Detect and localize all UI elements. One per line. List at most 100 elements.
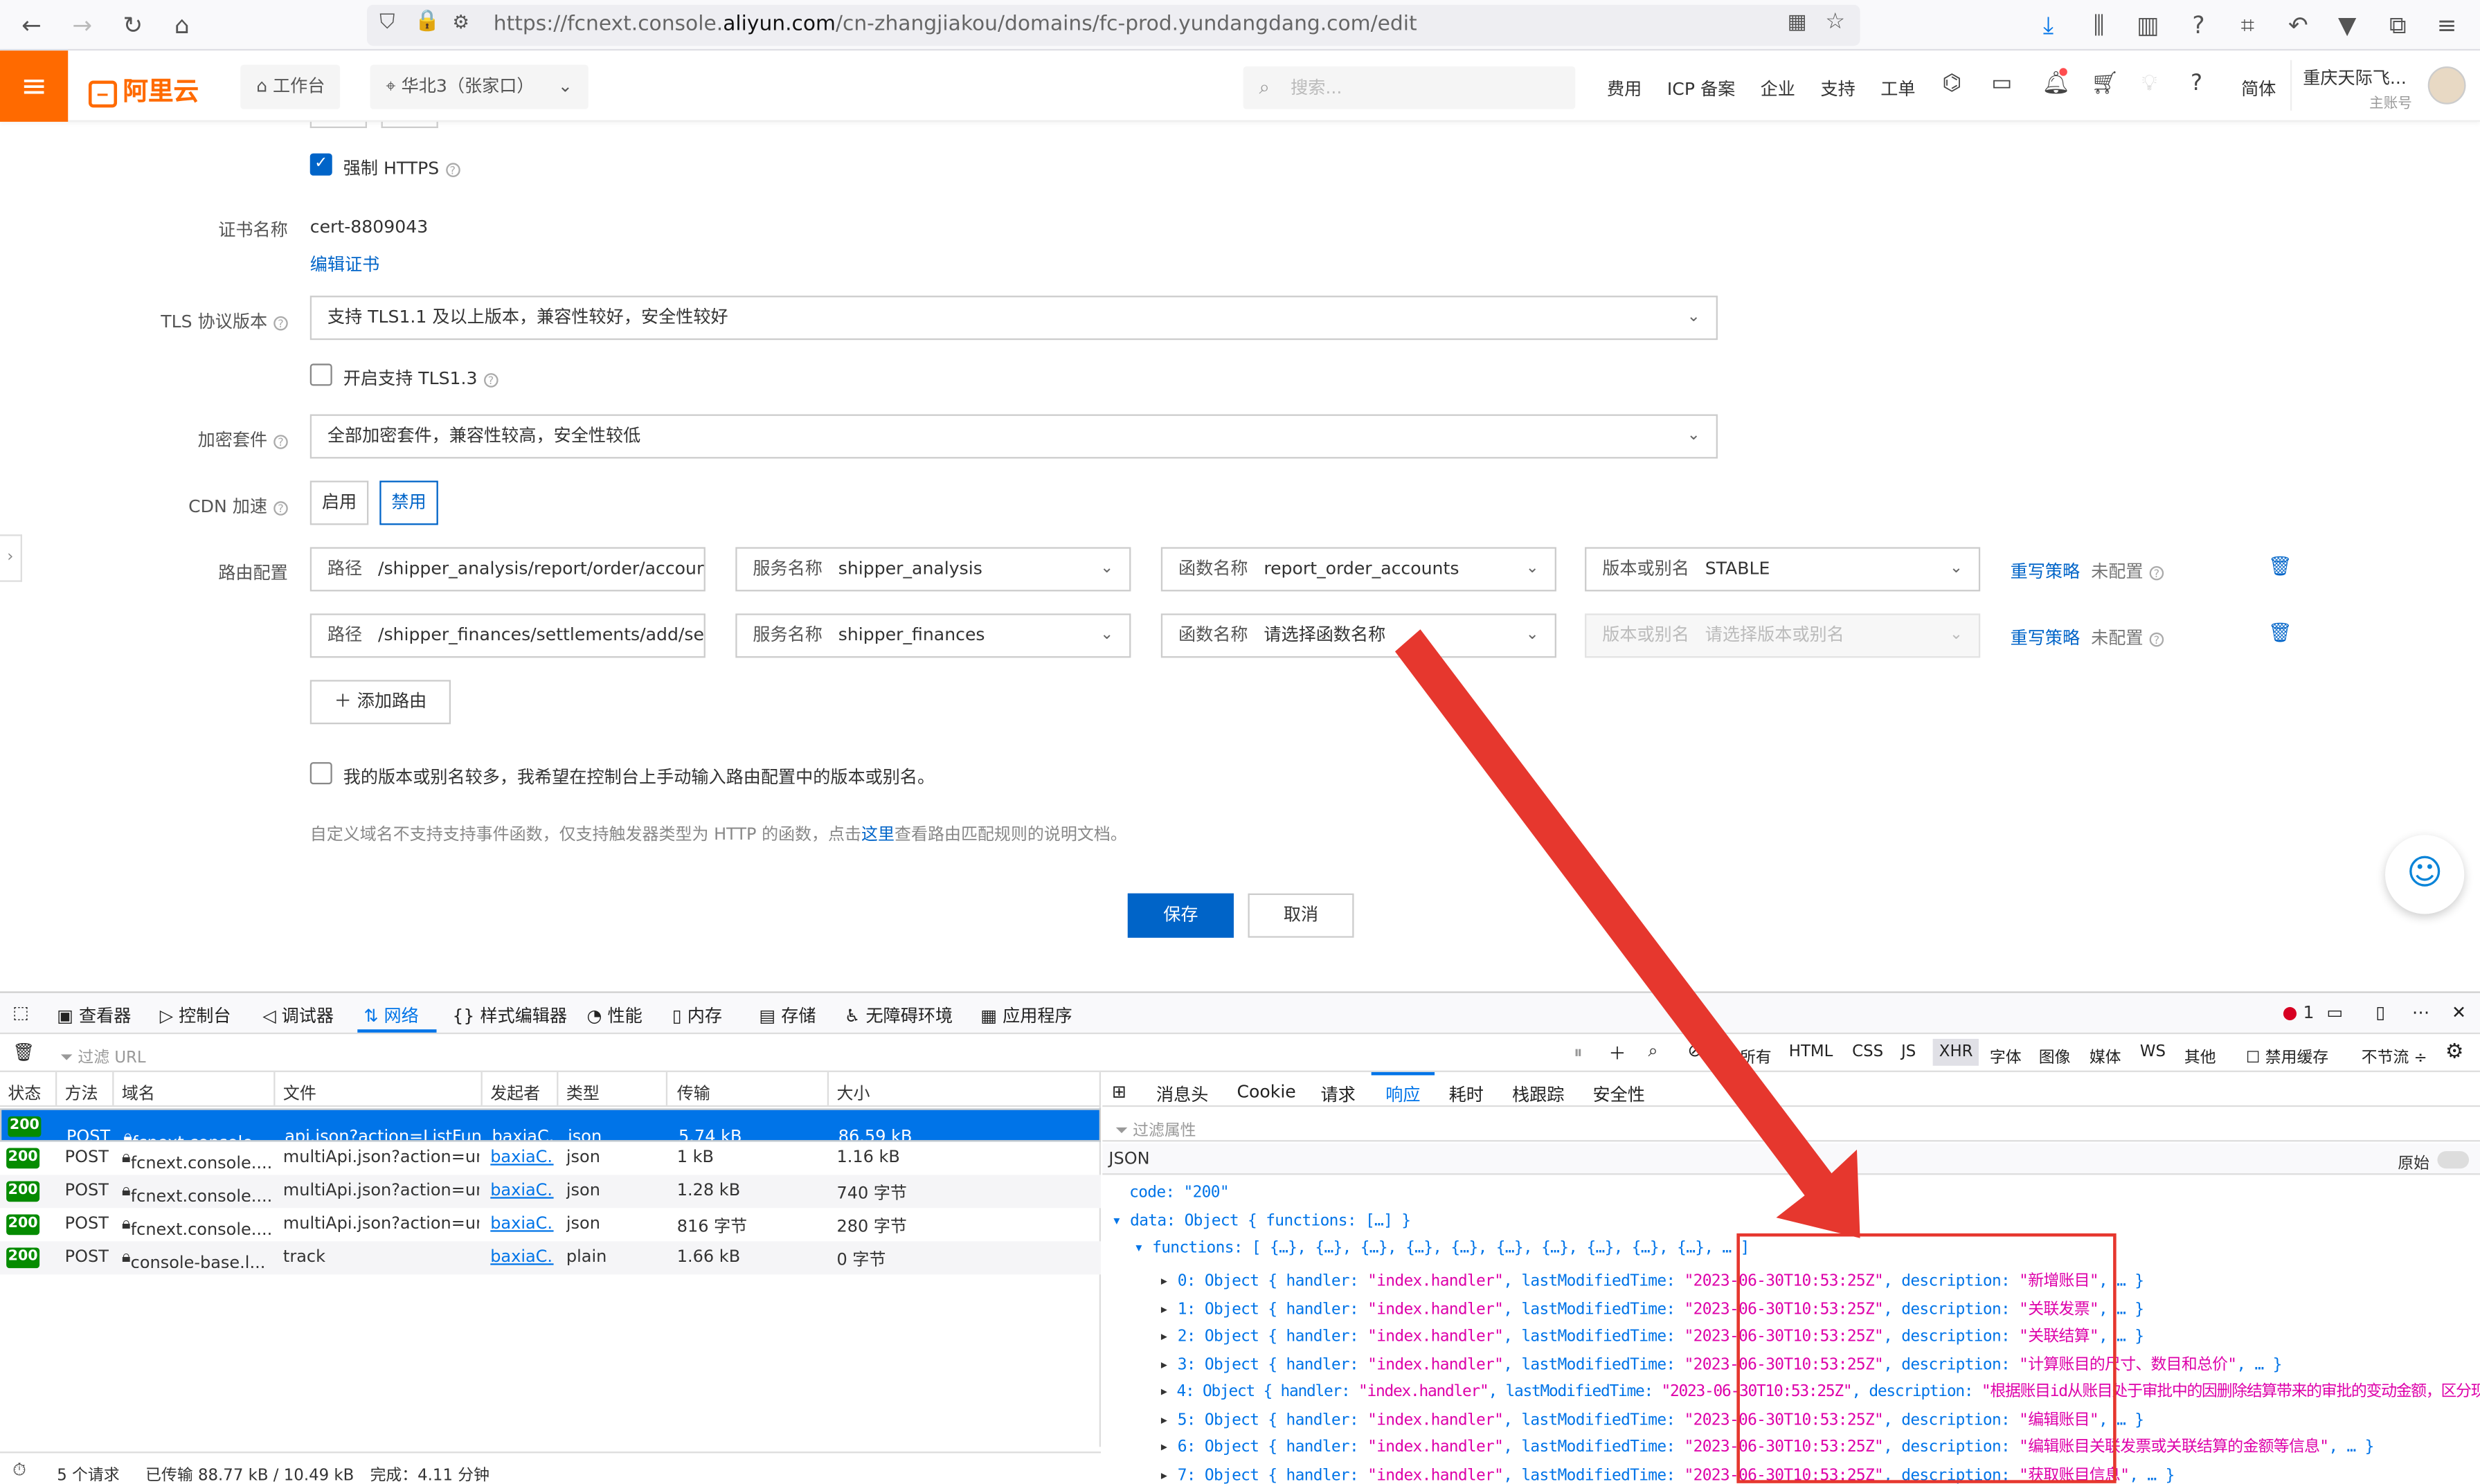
- pause-icon[interactable]: ⏸: [1574, 1042, 1583, 1064]
- col-status[interactable]: 状态: [8, 1082, 41, 1105]
- version-select-disabled[interactable]: 版本或别名 请选择版本或别名 ⌄: [1585, 613, 1981, 658]
- filter-media[interactable]: 媒体: [2090, 1044, 2121, 1067]
- table-row[interactable]: 200 POST 🔒︎ fcnext.console.... multiApi.j…: [0, 1208, 1101, 1241]
- permissions-icon[interactable]: ⚙: [452, 11, 469, 33]
- throttle-select[interactable]: 不节流 ÷: [2362, 1044, 2427, 1067]
- undo-icon[interactable]: ↶: [2283, 10, 2315, 42]
- shield-extension-icon[interactable]: ▼: [2331, 10, 2363, 42]
- col-method[interactable]: 方法: [65, 1082, 98, 1105]
- tab-security[interactable]: 安全性: [1592, 1082, 1644, 1107]
- extensions-icon[interactable]: ⧉: [2382, 10, 2414, 42]
- tab-timings[interactable]: 耗时: [1449, 1082, 1484, 1107]
- tab-application[interactable]: ▦ 应用程序: [980, 1002, 1072, 1028]
- help-icon[interactable]: ?: [445, 162, 460, 177]
- lock-icon[interactable]: 🔒: [415, 10, 440, 33]
- col-type[interactable]: 类型: [566, 1082, 600, 1105]
- filter-css[interactable]: CSS: [1852, 1044, 1883, 1061]
- avatar[interactable]: [2427, 66, 2466, 105]
- tls-select[interactable]: 支持 TLS1.1 及以上版本，兼容性较好，安全性较好 ⌄: [309, 296, 1718, 341]
- forward-arrow-icon[interactable]: →: [66, 10, 98, 42]
- user-name[interactable]: 重庆天际飞...: [2303, 65, 2407, 91]
- manual-version-checkbox[interactable]: [309, 762, 332, 785]
- tab-response[interactable]: 响应: [1385, 1082, 1420, 1107]
- tab-headers[interactable]: 消息头: [1156, 1082, 1208, 1107]
- tab-performance[interactable]: ◔ 性能: [587, 1002, 643, 1028]
- pick-element-icon[interactable]: ⬚: [12, 1002, 29, 1023]
- cart-icon[interactable]: 🛒︎: [2091, 71, 2119, 97]
- close-icon[interactable]: ✕: [2452, 1002, 2466, 1023]
- delete-route-icon[interactable]: 🗑︎: [2268, 555, 2292, 577]
- table-row[interactable]: 200 POST 🔒︎ console-base.l... track baxia…: [0, 1241, 1102, 1275]
- filter-url-input[interactable]: ⏷ 过滤 URL: [60, 1044, 146, 1067]
- service-select[interactable]: 服务名称 shipper_analysis ⌄: [735, 547, 1131, 592]
- nav-icp[interactable]: ICP 备案: [1667, 76, 1735, 102]
- table-row[interactable]: 200 POST 🔒︎ fcnext.console.... multiApi.j…: [0, 1141, 1101, 1175]
- menu-icon[interactable]: ≡: [2431, 10, 2463, 42]
- help-icon[interactable]: ?: [2149, 565, 2164, 580]
- help-icon[interactable]: ?: [2149, 631, 2164, 646]
- trash-icon[interactable]: 🗑︎: [12, 1042, 35, 1062]
- workbench-button[interactable]: ⌂ 工作台: [240, 64, 341, 109]
- reload-icon[interactable]: ↻: [117, 10, 149, 42]
- force-https-checkbox[interactable]: ✓: [309, 153, 332, 176]
- tab-request[interactable]: 请求: [1321, 1082, 1356, 1107]
- nav-enterprise[interactable]: 企业: [1761, 76, 1795, 102]
- assistant-robot-icon[interactable]: ☺: [2385, 835, 2465, 914]
- more-options-icon[interactable]: ⋯: [2412, 1002, 2429, 1023]
- route-path-input[interactable]: 路径/shipper_finances/settlements/add/sett…: [309, 613, 706, 658]
- split-console-icon[interactable]: ▭: [2326, 1002, 2343, 1023]
- qr-code-icon[interactable]: ▦: [1787, 11, 1806, 35]
- code-icon[interactable]: ⌬: [1942, 71, 1961, 97]
- tls13-checkbox[interactable]: [309, 363, 332, 386]
- version-select[interactable]: 版本或别名 STABLE ⌄: [1585, 547, 1981, 592]
- tab-inspector[interactable]: ▣ 查看器: [57, 1002, 131, 1028]
- initiator[interactable]: baxiaC...: [490, 1182, 553, 1200]
- tab-storage[interactable]: ▤ 存储: [760, 1002, 816, 1028]
- delete-route-icon[interactable]: 🗑︎: [2268, 622, 2292, 644]
- shield-icon[interactable]: ⛉: [379, 11, 395, 35]
- region-selector[interactable]: ⌖ 华北3（张家口） ⌄: [370, 64, 588, 109]
- back-arrow-icon[interactable]: ←: [16, 10, 48, 42]
- note-link[interactable]: 这里: [861, 826, 895, 844]
- rewrite-policy-link[interactable]: 重写策略: [2011, 558, 2081, 583]
- side-expand-handle[interactable]: ›: [0, 534, 22, 582]
- help-icon[interactable]: ?: [2191, 71, 2202, 97]
- tab-memory[interactable]: ▯ 内存: [672, 1002, 722, 1028]
- function-select[interactable]: 函数名称 report_order_accounts ⌄: [1160, 547, 1556, 592]
- terminal-icon[interactable]: ▭: [1991, 71, 2012, 97]
- tab-console[interactable]: ▷ 控制台: [160, 1002, 231, 1028]
- cdn-enable-button[interactable]: 启用: [309, 480, 369, 525]
- filter-js[interactable]: JS: [1901, 1044, 1916, 1061]
- tab-debugger[interactable]: ◁ 调试器: [262, 1002, 334, 1028]
- help-icon[interactable]: ?: [483, 372, 498, 387]
- language-switch[interactable]: 简体: [2241, 76, 2276, 102]
- block-icon[interactable]: ⊘: [1688, 1040, 1702, 1061]
- sidebar-icon[interactable]: ▥: [2132, 10, 2164, 42]
- nav-fees[interactable]: 费用: [1607, 76, 1642, 102]
- crop-icon[interactable]: ⌗: [2231, 10, 2263, 42]
- help-icon[interactable]: ?: [273, 434, 288, 449]
- help-circle-icon[interactable]: ?: [2183, 10, 2215, 42]
- edit-cert-link[interactable]: 编辑证书: [310, 251, 380, 277]
- home-icon[interactable]: ⌂: [166, 10, 198, 42]
- tab-style-editor[interactable]: {} 样式编辑器: [452, 1002, 567, 1028]
- service-select[interactable]: 服务名称 shipper_finances ⌄: [735, 613, 1131, 658]
- error-count[interactable]: ● 1: [2283, 1002, 2315, 1023]
- initiator[interactable]: baxiaC...: [490, 1214, 553, 1233]
- filter-images[interactable]: 图像: [2039, 1044, 2071, 1067]
- aliyun-logo[interactable]: ‒ 阿里云: [88, 70, 199, 108]
- filter-fonts[interactable]: 字体: [1990, 1044, 2022, 1067]
- disable-cache-toggle[interactable]: ☐ 禁用缓存: [2246, 1044, 2328, 1067]
- filter-html[interactable]: HTML: [1789, 1044, 1833, 1061]
- library-icon[interactable]: ⫼: [2083, 10, 2115, 42]
- filter-other[interactable]: 其他: [2184, 1044, 2216, 1067]
- add-route-button[interactable]: ＋ 添加路由: [309, 680, 451, 725]
- tab-network[interactable]: ⇅ 网络: [363, 1002, 418, 1028]
- lightbulb-icon[interactable]: 💡︎: [2141, 71, 2157, 97]
- help-icon[interactable]: ?: [273, 315, 288, 330]
- col-initiator[interactable]: 发起者: [490, 1082, 540, 1105]
- responsive-mode-icon[interactable]: ▯: [2375, 1002, 2385, 1023]
- cipher-select[interactable]: 全部加密套件，兼容性较高，安全性较低 ⌄: [309, 414, 1718, 459]
- bookmark-star-icon[interactable]: ☆: [1825, 10, 1845, 35]
- raw-toggle[interactable]: [2437, 1151, 2470, 1169]
